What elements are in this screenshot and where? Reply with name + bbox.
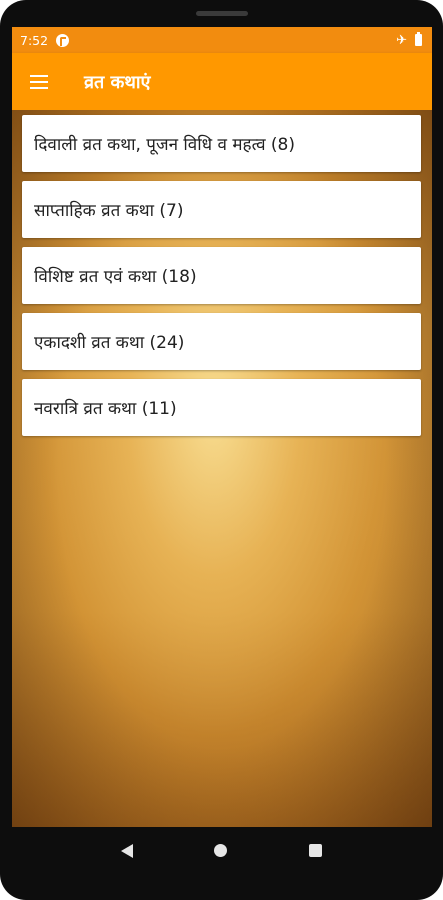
list-item-ekadashi[interactable]: एकादशी व्रत कथा (24) [22,313,421,370]
list-item-weekly[interactable]: साप्ताहिक व्रत कथा (7) [22,181,421,238]
hamburger-menu-icon[interactable] [12,53,68,110]
battery-icon [415,32,422,46]
speaker-grille [196,11,248,16]
page-title: व्रत कथाएं [84,71,151,93]
list-item-diwali[interactable]: दिवाली व्रत कथा, पूजन विधि व महत्व (8) [22,115,421,172]
vpn-key-icon [56,33,70,47]
app-bar: व्रत कथाएं [12,53,432,110]
menu-line [30,86,48,89]
list-item-navratri[interactable]: नवरात्रि व्रत कथा (11) [22,379,421,436]
list-item-special[interactable]: विशिष्ट व्रत एवं कथा (18) [22,247,421,304]
system-nav-bar [0,827,443,874]
phone-frame: 7:52 ✈ व्रत कथाएं दिवाली व्रत कथा, पूजन … [0,0,443,900]
back-triangle-icon[interactable] [120,843,133,858]
screen: 7:52 ✈ व्रत कथाएं दिवाली व्रत कथा, पूजन … [12,27,432,827]
status-bar: 7:52 ✈ [12,27,432,53]
content-area: दिवाली व्रत कथा, पूजन विधि व महत्व (8) स… [12,110,432,827]
category-list: दिवाली व्रत कथा, पूजन विधि व महत्व (8) स… [22,115,421,436]
menu-line [30,74,48,77]
menu-line [30,80,48,83]
airplane-icon: ✈ [396,32,407,48]
home-circle-icon[interactable] [214,844,228,857]
status-time: 7:52 [20,32,49,48]
recents-square-icon[interactable] [309,844,323,857]
